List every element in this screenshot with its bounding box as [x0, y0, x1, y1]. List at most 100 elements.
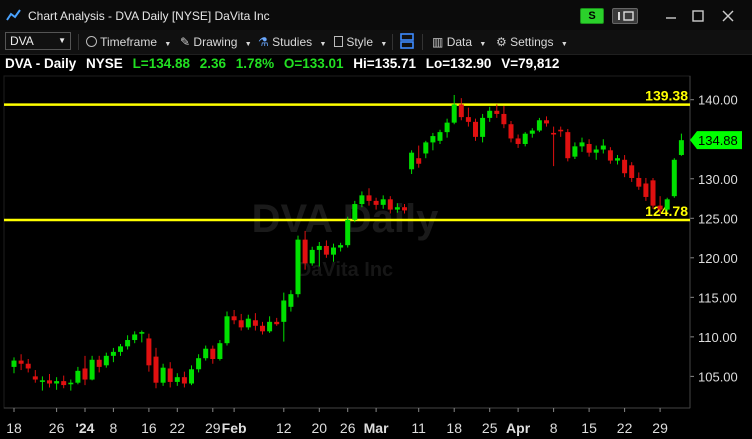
data-menu[interactable]: ▥ Data ▼ — [432, 33, 486, 51]
style-menu[interactable]: Style ▼ — [334, 33, 387, 51]
minimize-button[interactable] — [661, 8, 681, 24]
layout-button[interactable] — [400, 33, 414, 51]
chevron-down-icon: ▼ — [58, 36, 66, 45]
y-tick-label: 125.00 — [698, 211, 738, 226]
candle-body — [558, 129, 564, 132]
candle-body — [125, 340, 131, 347]
symbol-value: DVA — [10, 34, 34, 48]
y-tick-label: 120.00 — [698, 251, 738, 266]
candle-body — [402, 207, 407, 211]
window-title: Chart Analysis - DVA Daily [NYSE] DaVita… — [28, 9, 270, 23]
candle-body — [96, 359, 102, 367]
candle-body — [139, 332, 145, 334]
x-tick-label: 20 — [312, 420, 328, 436]
quote-info: DVA - Daily NYSE L=134.88 2.36 1.78% O=1… — [5, 56, 565, 71]
candle-body — [544, 120, 549, 124]
studies-menu[interactable]: ⚗ Studies ▼ — [258, 33, 326, 51]
candle-body — [295, 239, 301, 295]
candle-body — [153, 356, 159, 383]
candle-body — [536, 120, 542, 131]
candle-body — [181, 377, 187, 384]
brand-button[interactable]: S — [580, 8, 604, 24]
style-icon — [334, 36, 343, 47]
candle-body — [451, 104, 457, 123]
candle-body — [132, 334, 138, 341]
candle-body — [25, 363, 31, 369]
info-volume: V=79,812 — [501, 56, 560, 71]
close-icon — [722, 10, 734, 22]
info-high: Hi=135.71 — [353, 56, 416, 71]
layout-icon — [400, 33, 414, 49]
candle-body — [75, 370, 81, 383]
candle-body — [650, 180, 656, 206]
candle-body — [359, 195, 365, 205]
candle-body — [238, 320, 244, 328]
symbol-input[interactable]: DVA ▼ — [5, 32, 71, 50]
x-tick-label: 18 — [446, 420, 462, 436]
candle-body — [458, 104, 464, 118]
candle-body — [174, 377, 180, 382]
x-tick-label: 8 — [110, 420, 118, 436]
pencil-icon: ✎ — [180, 35, 191, 49]
data-icon: ▥ — [432, 35, 444, 49]
candle-body — [487, 110, 493, 118]
candle-body — [465, 117, 471, 122]
candle-body — [260, 325, 265, 332]
close-button[interactable] — [718, 8, 738, 24]
info-change: 2.36 — [199, 56, 227, 71]
candle-body — [551, 132, 557, 135]
x-tick-label: 29 — [652, 420, 668, 436]
candle-body — [622, 159, 628, 174]
candle-body — [331, 247, 336, 255]
settings-menu[interactable]: ⚙ Settings ▼ — [496, 33, 568, 51]
candle-body — [664, 199, 670, 210]
chevron-down-icon: ▼ — [479, 41, 487, 48]
candle-body — [636, 177, 642, 187]
title-bar: Chart Analysis - DVA Daily [NYSE] DaVita… — [0, 0, 752, 31]
candle-body — [82, 368, 88, 380]
candle-body — [671, 159, 677, 197]
candle-body — [501, 113, 507, 125]
clock-icon — [86, 36, 97, 47]
price-chart[interactable]: DVA DailyDaVita Inc140.00135.00130.00125… — [0, 54, 752, 439]
candle-body — [160, 367, 166, 383]
candle-body — [288, 294, 294, 307]
candle-body — [89, 359, 95, 380]
candle-body — [32, 376, 38, 380]
info-low: Lo=132.90 — [425, 56, 492, 71]
x-tick-label: 26 — [49, 420, 65, 436]
y-tick-label: 140.00 — [698, 93, 738, 108]
link-button[interactable] — [612, 8, 638, 24]
style-label: Style — [346, 35, 374, 49]
candle-body — [508, 124, 514, 139]
candle-body — [494, 110, 500, 114]
maximize-icon — [692, 10, 704, 22]
x-tick-label: '24 — [76, 420, 95, 436]
candle-body — [217, 343, 223, 359]
drawing-menu[interactable]: ✎ Drawing ▼ — [180, 33, 252, 51]
candle-body — [11, 360, 17, 367]
candle-body — [54, 381, 60, 384]
candle-body — [309, 249, 315, 264]
candle-body — [373, 200, 379, 205]
x-tick-label: Mar — [364, 420, 389, 436]
timeframe-menu[interactable]: Timeframe ▼ — [86, 33, 171, 51]
info-symbol: DVA - Daily — [5, 56, 77, 71]
candle-body — [118, 346, 123, 352]
candle-body — [39, 380, 45, 382]
y-tick-label: 105.00 — [698, 369, 738, 384]
y-tick-label: 115.00 — [698, 290, 737, 305]
candle-body — [380, 199, 386, 205]
candle-body — [267, 321, 273, 332]
x-tick-label: Apr — [506, 420, 531, 436]
candle-body — [643, 183, 649, 197]
chevron-down-icon: ▼ — [244, 41, 252, 48]
maximize-button[interactable] — [688, 8, 708, 24]
x-tick-label: 16 — [141, 420, 157, 436]
x-tick-label: 11 — [411, 420, 426, 436]
candle-body — [629, 165, 635, 178]
candle-body — [110, 351, 116, 356]
timeframe-label: Timeframe — [100, 35, 158, 49]
candle-body — [274, 321, 280, 325]
x-tick-label: 22 — [170, 420, 186, 436]
